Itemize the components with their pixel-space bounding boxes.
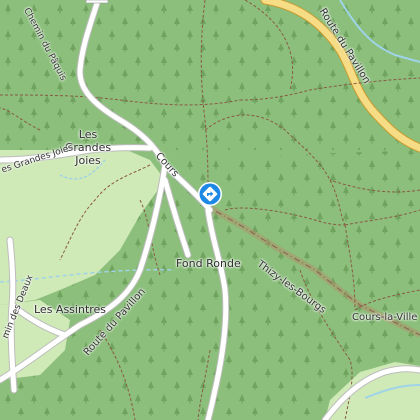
direction-diamond-icon xyxy=(198,182,222,206)
road-label-cours-la-ville: Cours-la-Ville xyxy=(352,312,418,323)
place-label-fond-ronde: Fond Ronde xyxy=(176,257,241,270)
map-canvas[interactable]: Les Grandes Joies Fond Ronde Les Assintr… xyxy=(0,0,420,420)
location-marker[interactable] xyxy=(197,181,223,207)
place-label-assintres: Les Assintres xyxy=(34,303,107,316)
